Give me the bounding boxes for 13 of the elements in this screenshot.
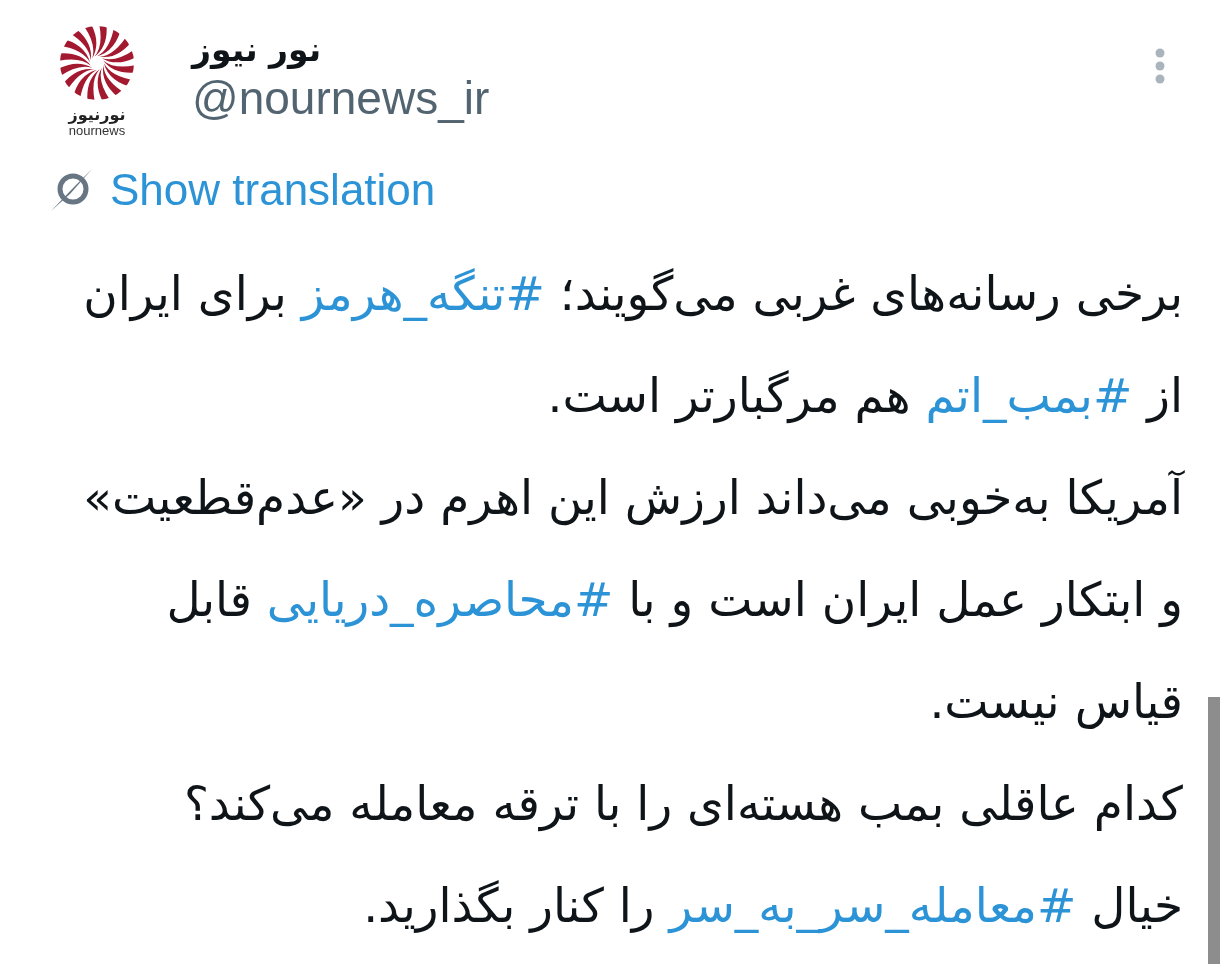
show-translation-link[interactable]: Show translation (110, 166, 436, 214)
hashtag-link[interactable]: #محاصره_دریایی (266, 572, 614, 627)
hashtag-link[interactable]: #معامله_سر_به_سر (669, 878, 1077, 933)
tweet-paragraph: کدام عاقلی بمب هسته‌ای را با ترقه معامله می‌کند؟ (182, 775, 1183, 834)
display-name[interactable]: نور نیوز (192, 28, 322, 72)
hashtag-link[interactable]: #بمب_اتم (925, 368, 1133, 423)
more-options-icon[interactable] (1154, 48, 1166, 84)
tweet-paragraph: برخی رسانه‌های غربی می‌گویند؛ #تنگه_هرمز برای ایران از #بمب_اتم هم مرگبارتر است. (82, 265, 1183, 426)
hashtag-link[interactable]: #تنگه_هرمز (301, 266, 545, 321)
scrollbar-thumb[interactable] (1208, 697, 1220, 964)
user-handle[interactable]: @nournews_ir (192, 72, 490, 124)
tweet-paragraph: خیال #معامله_سر_به_سر را کنار بگذارید. (362, 877, 1183, 936)
tweet-paragraph: آمریکا به‌خوبی می‌داند ارزش این اهرم در «عدم‌قطعیت» و ابتکار عمل ایران است و با #محاصره_دریایی قابل قیاس نیست. (82, 469, 1183, 731)
